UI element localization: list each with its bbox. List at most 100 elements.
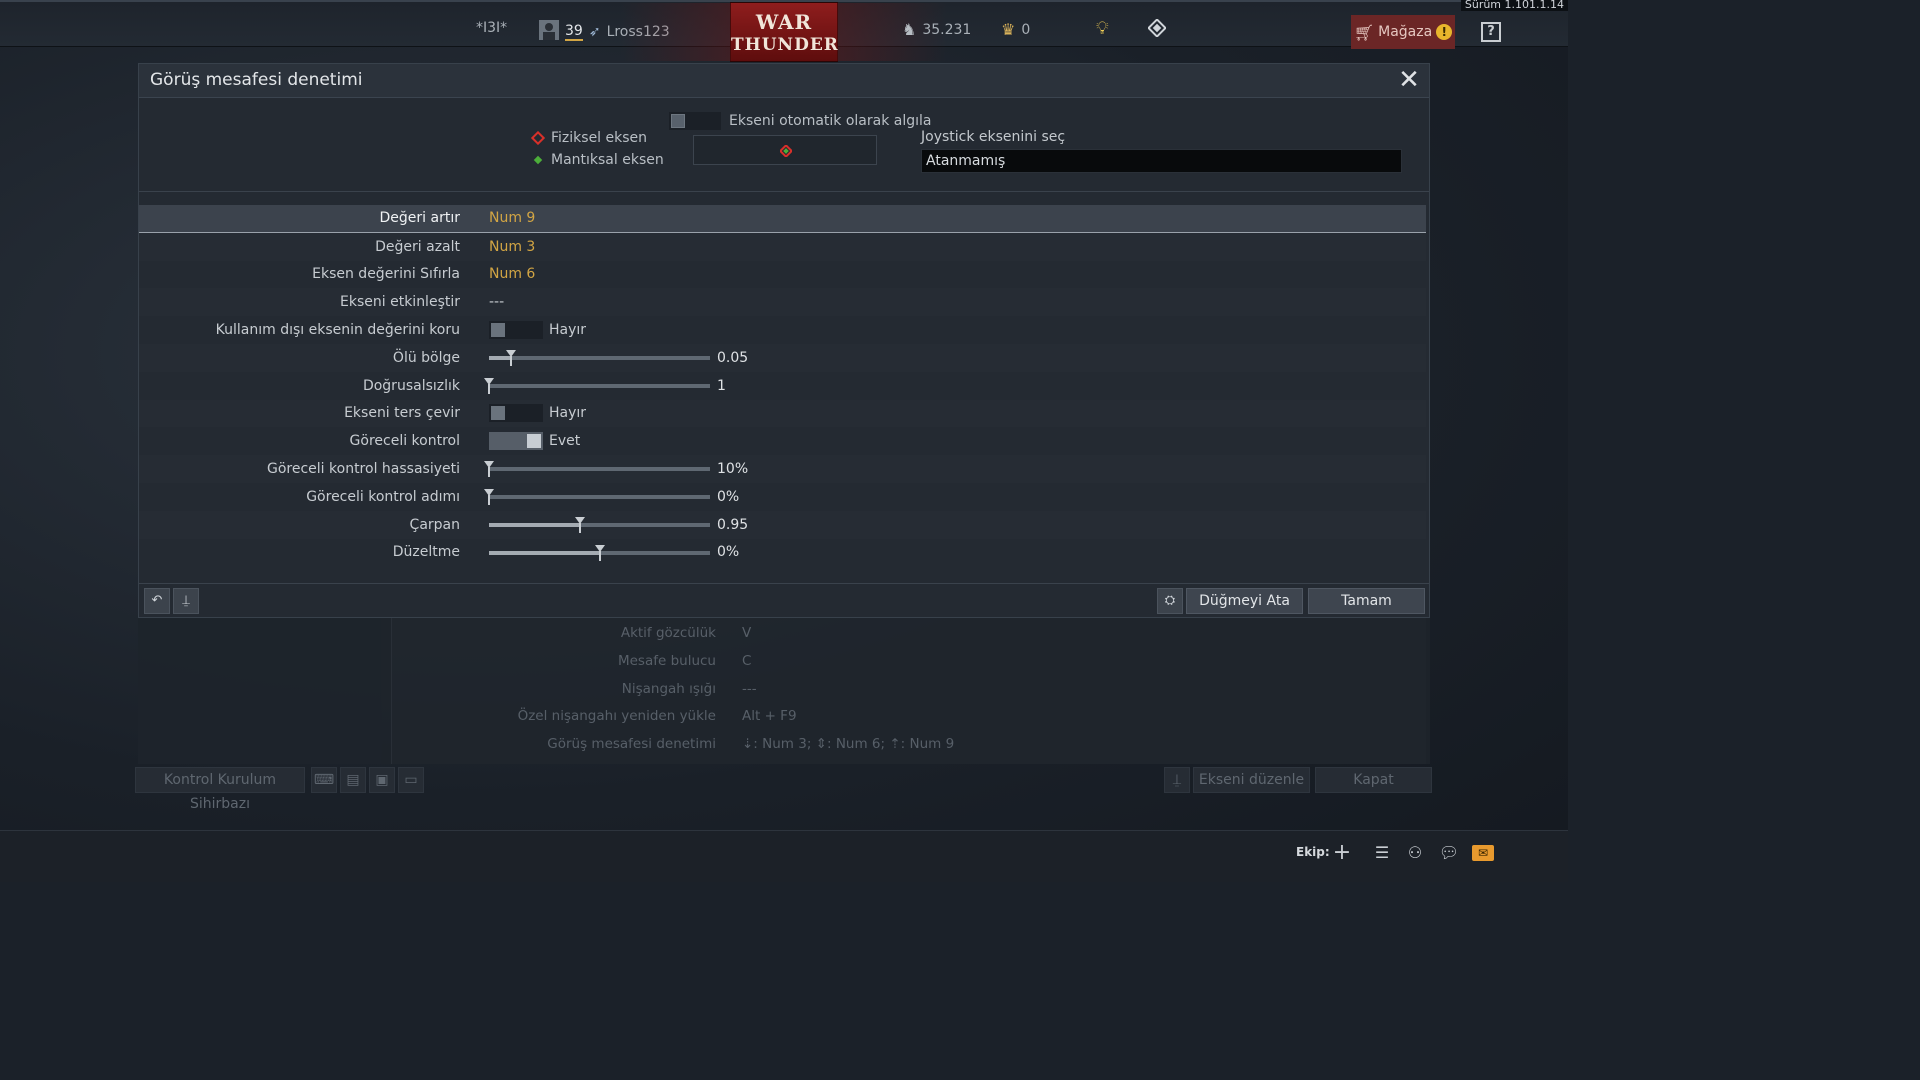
slider-handle[interactable] bbox=[506, 349, 517, 366]
save-preset-button[interactable]: ▣ bbox=[369, 767, 395, 793]
clear-binding-button[interactable]: ⍊ bbox=[173, 588, 199, 614]
eagle-icon: ♛ bbox=[1001, 20, 1016, 39]
notifications-button[interactable] bbox=[1147, 18, 1167, 41]
reset-button[interactable]: ↶ bbox=[144, 588, 170, 614]
friends-button[interactable]: ⚇ bbox=[1403, 843, 1427, 863]
toggle-label: Hayır bbox=[549, 322, 587, 339]
keep-value-toggle[interactable]: Hayır bbox=[489, 321, 587, 340]
close-controls-button[interactable]: Kapat bbox=[1315, 767, 1432, 793]
row-reset-axis[interactable]: Eksen değerini Sıfırla Num 6 bbox=[139, 261, 1426, 289]
help-button[interactable]: ? bbox=[1481, 22, 1501, 42]
control-value: V bbox=[742, 625, 752, 641]
dead-zone-slider[interactable] bbox=[489, 349, 710, 366]
ok-button[interactable]: Tamam bbox=[1308, 588, 1425, 614]
joystick-icon: ⍊ bbox=[1172, 772, 1182, 788]
row-label: Ekseni etkinleştir bbox=[340, 294, 460, 311]
control-value: C bbox=[742, 653, 752, 669]
slider-handle[interactable] bbox=[484, 488, 494, 505]
logical-axis-legend: Mantıksal eksen bbox=[531, 152, 664, 168]
row-invert-axis[interactable]: Ekseni ters çevir Hayır bbox=[139, 399, 1426, 428]
row-label: Değeri azalt bbox=[375, 238, 460, 255]
nonlinearity-slider[interactable] bbox=[484, 377, 710, 394]
mail-button[interactable]: ✉ bbox=[1472, 845, 1494, 861]
row-correction[interactable]: Düzeltme 0% bbox=[139, 539, 1426, 567]
silver-lions-value: 35.231 bbox=[922, 21, 972, 38]
auto-detect-toggle[interactable]: Ekseni otomatik olarak algıla bbox=[669, 112, 932, 130]
axis-settings-dialog: Görüş mesafesi denetimi ✕ Fiziksel eksen… bbox=[138, 63, 1430, 618]
joystick-axis-label: Joystick eksenini seç bbox=[921, 129, 1066, 145]
war-thunder-logo[interactable]: WAR THUNDER bbox=[621, 2, 838, 62]
mail-icon: ✉ bbox=[1477, 846, 1489, 860]
chat-button[interactable]: 💬︎ bbox=[1437, 843, 1461, 863]
assign-button[interactable]: Düğmeyi Ata bbox=[1186, 588, 1303, 614]
golden-eagles[interactable]: ♛ 0 bbox=[1001, 20, 1030, 39]
new-preset-button[interactable]: ▤ bbox=[340, 767, 366, 793]
list-button[interactable]: ☰ bbox=[1370, 843, 1394, 863]
row-label: Göreceli kontrol adımı bbox=[306, 488, 460, 505]
row-increase-value[interactable]: Değeri artır Num 9 bbox=[139, 205, 1426, 233]
axis-icon-button[interactable]: ⍊ bbox=[1164, 767, 1190, 793]
control-label: Görüş mesafesi denetimi bbox=[547, 736, 716, 752]
setup-wizard-button[interactable]: Kontrol Kurulum Sihirbazı bbox=[135, 767, 305, 812]
toggle-label: Evet bbox=[549, 433, 581, 450]
relative-sensitivity-slider[interactable] bbox=[484, 461, 710, 478]
open-preset-button[interactable]: ▭ bbox=[398, 767, 424, 793]
squad-tag[interactable]: *I3I* bbox=[476, 20, 507, 36]
controls-footer: Kontrol Kurulum Sihirbazı ⌨ ▤ ▣ ▭ ⍊ Ekse… bbox=[135, 767, 1432, 812]
slider-handle[interactable] bbox=[484, 377, 494, 394]
invert-axis-toggle[interactable]: Hayır bbox=[489, 404, 586, 423]
store-button[interactable]: 🛒︎ Mağaza ! bbox=[1351, 15, 1455, 49]
auto-detect-checkbox[interactable] bbox=[669, 112, 721, 130]
store-label: Mağaza bbox=[1378, 24, 1433, 40]
correction-slider[interactable] bbox=[489, 544, 710, 561]
key-binding[interactable]: --- bbox=[489, 294, 504, 310]
dialog-footer: ↶ ⍊ ⛭ Düğmeyi Ata Tamam bbox=[139, 583, 1429, 617]
squad-label: Ekip: bbox=[1296, 845, 1330, 859]
control-value: --- bbox=[742, 681, 757, 697]
gamepad-button[interactable]: ⌨ bbox=[311, 767, 337, 793]
tips-button[interactable]: 💡︎ bbox=[1096, 18, 1109, 39]
relative-step-slider[interactable] bbox=[484, 488, 710, 505]
silver-lions[interactable]: ♞ 35.231 bbox=[902, 20, 971, 39]
file-icon: ▤ bbox=[346, 772, 360, 788]
row-relative-sensitivity[interactable]: Göreceli kontrol hassasiyeti 10% bbox=[139, 455, 1426, 483]
key-binding[interactable]: Num 9 bbox=[489, 210, 535, 226]
row-multiplier[interactable]: Çarpan 0.95 bbox=[139, 510, 1426, 539]
edit-axis-button[interactable]: Ekseni düzenle bbox=[1193, 767, 1310, 793]
multiplier-slider[interactable] bbox=[489, 516, 710, 533]
chat-icon: 💬︎ bbox=[1438, 843, 1460, 862]
axis-position-icon bbox=[780, 145, 792, 157]
row-keep-inactive-value[interactable]: Kullanım dışı eksenin değerini koru Hayı… bbox=[139, 316, 1426, 344]
lion-icon: ♞ bbox=[902, 20, 917, 39]
row-decrease-value[interactable]: Değeri azalt Num 3 bbox=[139, 232, 1426, 261]
rank-feather-icon: ➶ bbox=[588, 24, 601, 40]
slider-handle[interactable] bbox=[594, 544, 605, 561]
assign-icon-button[interactable]: ⛭ bbox=[1157, 588, 1183, 614]
player-level: 39 bbox=[565, 23, 583, 41]
row-label: Düzeltme bbox=[392, 544, 460, 561]
row-relative-step[interactable]: Göreceli kontrol adımı 0% bbox=[139, 483, 1426, 511]
joystick-axis-select[interactable]: Atanmamış bbox=[921, 149, 1402, 173]
key-binding[interactable]: Num 6 bbox=[489, 266, 535, 282]
add-squad-button[interactable]: + bbox=[1330, 842, 1354, 864]
relative-control-toggle[interactable]: Evet bbox=[489, 432, 581, 451]
row-dead-zone[interactable]: Ölü bölge 0.05 bbox=[139, 343, 1426, 372]
close-button[interactable]: ✕ bbox=[1397, 67, 1421, 93]
slider-handle[interactable] bbox=[574, 516, 585, 533]
key-binding[interactable]: Num 3 bbox=[489, 239, 535, 255]
undo-icon: ↶ bbox=[151, 593, 163, 608]
slider-value: 0.95 bbox=[717, 516, 749, 533]
row-nonlinearity[interactable]: Doğrusalsızlık 1 bbox=[139, 372, 1426, 400]
row-enable-axis[interactable]: Ekseni etkinleştir --- bbox=[139, 288, 1426, 317]
folder-icon: ▭ bbox=[404, 772, 418, 788]
row-label: Çarpan bbox=[409, 516, 460, 533]
golden-eagles-value: 0 bbox=[1021, 21, 1031, 38]
axis-panel: Fiziksel eksen Mantıksal eksen Ekseni ot… bbox=[139, 99, 1429, 192]
slider-value: 0% bbox=[717, 488, 740, 505]
close-icon: ✕ bbox=[1398, 65, 1420, 95]
slider-handle[interactable] bbox=[484, 461, 494, 478]
slider-value: 0.05 bbox=[717, 349, 749, 366]
slider-value: 1 bbox=[717, 377, 726, 394]
physical-axis-label: Fiziksel eksen bbox=[551, 130, 648, 146]
row-relative-control[interactable]: Göreceli kontrol Evet bbox=[139, 427, 1426, 455]
